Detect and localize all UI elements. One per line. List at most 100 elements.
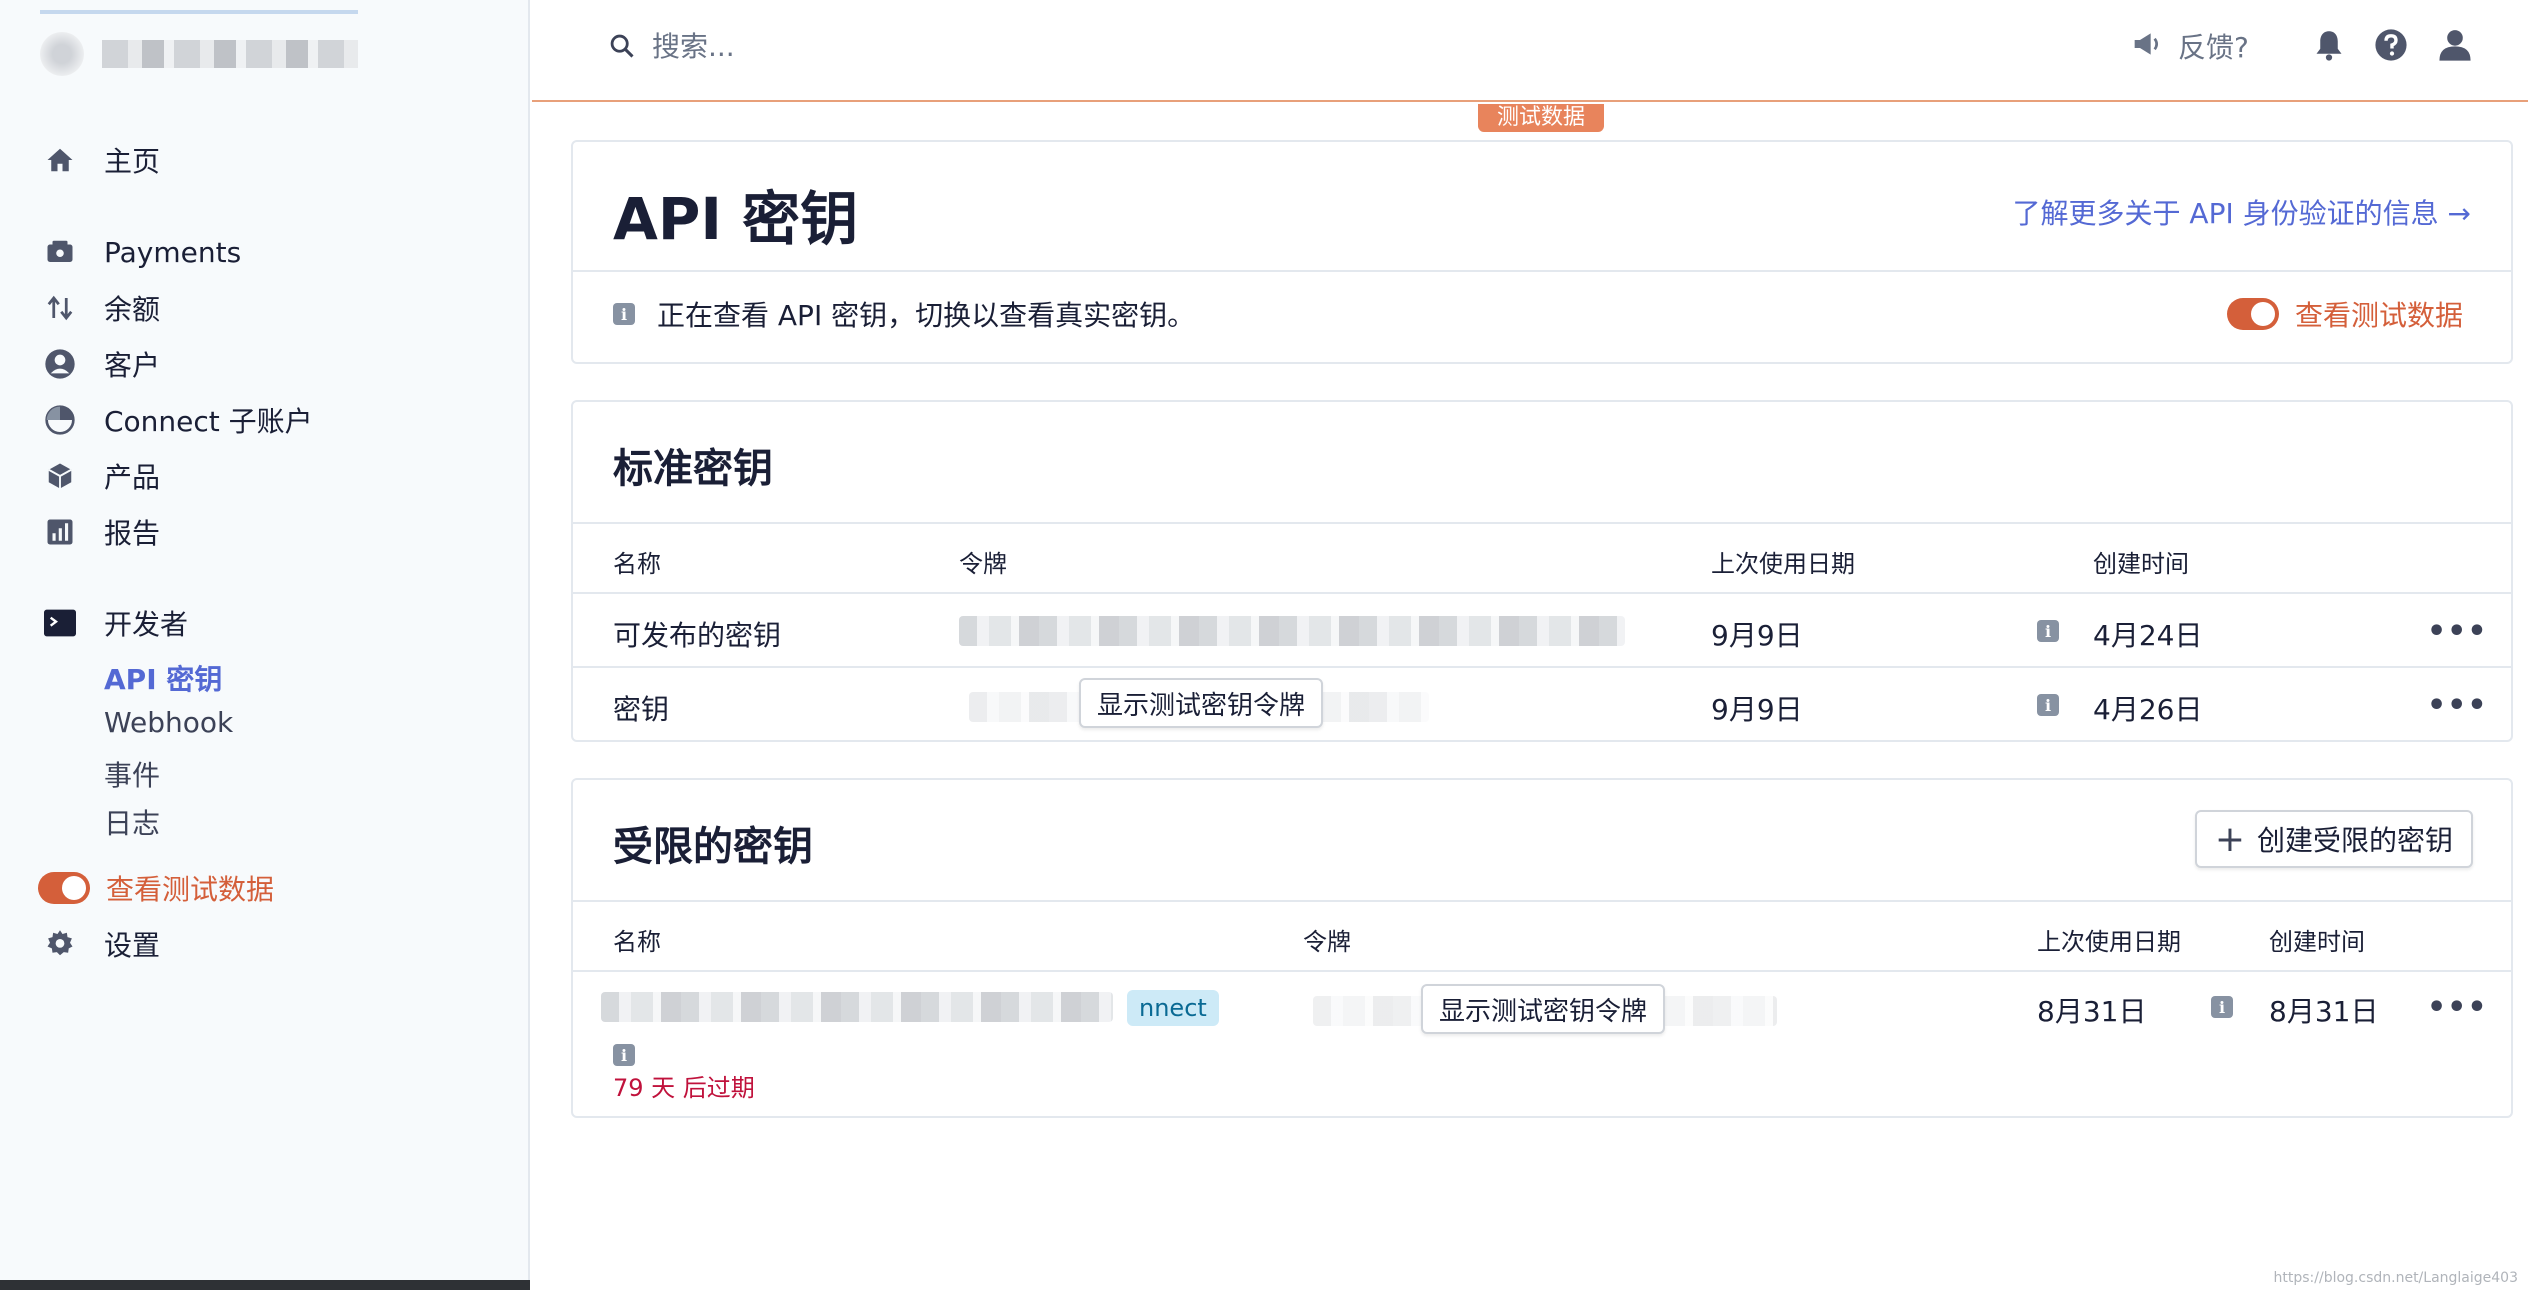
info-icon[interactable]: i	[2037, 620, 2059, 642]
learn-more-link[interactable]: 了解更多关于 API 身份验证的信息 →	[2013, 192, 2471, 232]
reveal-test-key-button[interactable]: 显示测试密钥令牌	[1079, 678, 1324, 728]
column-header-token: 令牌	[1303, 928, 1351, 956]
page-title: API 密钥	[613, 185, 859, 253]
search-icon	[608, 32, 636, 64]
info-icon[interactable]: i	[2211, 996, 2233, 1018]
user-account-icon[interactable]	[2438, 28, 2472, 66]
test-data-toggle-switch[interactable]	[2226, 298, 2279, 330]
sidebar-test-data-toggle[interactable]: 查看测试数据	[38, 863, 274, 913]
sidebar-item-label: 报告	[104, 517, 161, 550]
view-test-data-toggle[interactable]: 查看测试数据	[2226, 294, 2463, 334]
sidebar-item-home[interactable]: 主页	[40, 135, 160, 185]
sidebar-item-label: 设置	[104, 929, 161, 962]
balance-arrows-icon	[40, 288, 80, 328]
sidebar-sub-logs[interactable]: 日志	[104, 802, 160, 842]
test-mode-line	[532, 100, 2528, 102]
sidebar-item-customers[interactable]: 客户	[40, 339, 160, 389]
sidebar-item-label: Connect 子账户	[104, 405, 313, 438]
restricted-key-name-redacted	[601, 992, 1113, 1022]
sidebar-item-label: 开发者	[104, 608, 189, 641]
reveal-test-key-button[interactable]: 显示测试密钥令牌	[1421, 984, 1666, 1034]
sidebar-item-label: Payments	[104, 235, 242, 269]
terminal-icon	[40, 603, 80, 643]
home-icon	[40, 140, 80, 180]
feedback-button[interactable]: 反馈?	[2132, 26, 2249, 66]
create-restricted-key-label: 创建受限的密钥	[2256, 824, 2453, 857]
sidebar-sub-api-keys[interactable]: API 密钥	[104, 658, 222, 698]
sidebar-item-label: 产品	[104, 461, 161, 494]
connect-badge: nnect	[1127, 990, 1219, 1026]
sidebar-sub-webhook[interactable]: Webhook	[104, 706, 233, 739]
divider	[573, 522, 2511, 524]
bell-icon[interactable]	[2314, 28, 2344, 66]
last-used-date: 8月31日	[2037, 995, 2147, 1028]
help-icon[interactable]	[2374, 28, 2408, 66]
sidebar-item-label: 客户	[104, 349, 161, 382]
connect-icon	[40, 400, 80, 440]
megaphone-icon	[2132, 30, 2164, 62]
sidebar-item-products[interactable]: 产品	[40, 451, 160, 501]
account-bar	[40, 10, 358, 14]
payments-icon	[40, 232, 80, 272]
sidebar: 主页 Payments 余额 客户 Connect 子账户 产品 报告 开发者 …	[0, 0, 530, 1290]
sidebar-item-label: 查看测试数据	[106, 873, 275, 906]
view-test-data-label: 查看测试数据	[2294, 299, 2463, 332]
watermark: https://blog.csdn.net/Langlaige403	[2273, 1270, 2518, 1286]
more-actions-button[interactable]: •••	[2427, 993, 2488, 1023]
column-header-name: 名称	[613, 928, 661, 956]
column-header-created: 创建时间	[2269, 928, 2365, 956]
sidebar-item-payments[interactable]: Payments	[40, 227, 241, 277]
section-title: 受限的密钥	[613, 824, 813, 870]
key-name: 可发布的密钥	[613, 619, 782, 652]
test-mode-notice: i 正在查看 API 密钥，切换以查看真实密钥。	[613, 294, 1195, 334]
key-name: 密钥	[613, 693, 670, 726]
expiration-text: 79 天 后过期	[613, 1074, 755, 1102]
report-chart-icon	[40, 512, 80, 552]
info-icon[interactable]: i	[613, 1044, 635, 1066]
last-used-date: 9月9日	[1711, 693, 1803, 726]
info-icon[interactable]: i	[2037, 694, 2059, 716]
divider	[573, 970, 2511, 972]
sidebar-item-reports[interactable]: 报告	[40, 507, 160, 557]
feedback-label: 反馈?	[2178, 31, 2249, 64]
created-date: 4月24日	[2093, 619, 2203, 652]
top-header: 反馈?	[532, 0, 2528, 102]
account-name-redacted	[102, 40, 358, 68]
notice-text: 正在查看 API 密钥，切换以查看真实密钥。	[657, 299, 1196, 332]
sidebar-item-label: 余额	[104, 293, 161, 326]
created-date: 4月26日	[2093, 693, 2203, 726]
more-actions-button[interactable]: •••	[2427, 691, 2488, 721]
column-header-token: 令牌	[959, 550, 1007, 578]
test-data-toggle-switch[interactable]	[38, 872, 90, 904]
sidebar-item-label: 主页	[104, 145, 161, 178]
product-box-icon	[40, 456, 80, 496]
account-avatar	[40, 32, 84, 76]
sidebar-item-balance[interactable]: 余额	[40, 283, 160, 333]
column-header-last-used: 上次使用日期	[1711, 550, 1855, 578]
sidebar-item-connect[interactable]: Connect 子账户	[40, 395, 313, 445]
created-date: 8月31日	[2269, 995, 2379, 1028]
sidebar-item-settings[interactable]: 设置	[40, 919, 160, 969]
search-input[interactable]	[652, 26, 1252, 66]
publishable-key-token-redacted[interactable]	[959, 616, 1625, 646]
column-header-created: 创建时间	[2093, 550, 2189, 578]
divider	[573, 592, 2511, 594]
restricted-keys-card: 受限的密钥 + 创建受限的密钥 名称 令牌 上次使用日期 创建时间 nnect …	[571, 778, 2513, 1118]
section-title: 标准密钥	[613, 446, 773, 492]
divider	[573, 270, 2511, 272]
standard-keys-card: 标准密钥 名称 令牌 上次使用日期 创建时间 可发布的密钥 9月9日 i 4月2…	[571, 400, 2513, 742]
divider	[573, 900, 2511, 902]
api-keys-card: API 密钥 了解更多关于 API 身份验证的信息 → i 正在查看 API 密…	[571, 140, 2513, 364]
info-icon: i	[613, 303, 635, 325]
sidebar-item-developers[interactable]: 开发者	[40, 598, 188, 648]
plus-icon: +	[2214, 818, 2245, 860]
divider	[573, 666, 2511, 668]
create-restricted-key-button[interactable]: + 创建受限的密钥	[2194, 810, 2473, 868]
column-header-name: 名称	[613, 550, 661, 578]
more-actions-button[interactable]: •••	[2427, 617, 2488, 647]
sidebar-sub-events[interactable]: 事件	[104, 754, 160, 794]
gear-icon	[40, 924, 80, 964]
customer-icon	[40, 344, 80, 384]
sidebar-bottom-bar	[0, 1280, 530, 1290]
account-switcher[interactable]	[30, 10, 358, 76]
